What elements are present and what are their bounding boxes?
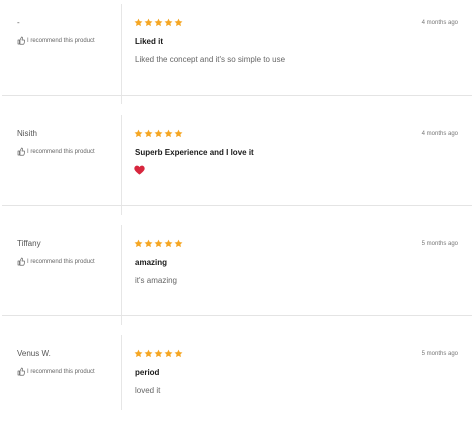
recommend-text: I recommend this product [27,258,95,265]
review-date: 4 months ago [421,131,458,137]
star-icon [154,239,163,248]
row-divider [2,95,472,96]
review-title: Liked it [135,37,164,46]
review-card: - I recommend this product 4 months ago … [0,4,474,114]
recommend-badge: I recommend this product [17,147,95,156]
star-icon [164,18,173,27]
recommend-text: I recommend this product [27,148,95,155]
row-divider [2,315,472,316]
star-icon [174,349,183,358]
review-date: 5 months ago [421,351,458,357]
star-icon [144,239,153,248]
star-icon [174,239,183,248]
review-card: Tiffany I recommend this product 5 month… [0,225,474,335]
column-divider [121,115,122,215]
star-icon [174,129,183,138]
star-icon [164,239,173,248]
review-title: period [135,368,160,377]
star-icon [174,18,183,27]
thumbs-up-icon [17,36,25,45]
star-icon [164,349,173,358]
reviewer-name: - [17,18,20,27]
star-icon [144,349,153,358]
star-icon [134,349,143,358]
recommend-badge: I recommend this product [17,367,95,376]
star-icon [154,18,163,27]
column-divider [121,225,122,325]
review-body: it's amazing [135,276,177,285]
review-card: Venus W. I recommend this product 5 mont… [0,335,474,445]
star-rating [134,239,183,248]
star-rating [134,18,183,27]
recommend-badge: I recommend this product [17,36,95,45]
recommend-text: I recommend this product [27,368,95,375]
star-icon [144,129,153,138]
column-divider [121,4,122,104]
reviewer-name: Tiffany [17,239,41,248]
review-date: 4 months ago [421,20,458,26]
thumbs-up-icon [17,367,25,376]
thumbs-up-icon [17,257,25,266]
column-divider [121,335,122,410]
star-icon [134,239,143,248]
row-divider [2,205,472,206]
review-body: loved it [135,386,161,395]
review-card: Nisith I recommend this product 4 months… [0,115,474,225]
reviewer-name: Nisith [17,129,38,138]
review-title: Superb Experience and I love it [135,148,254,157]
star-icon [164,129,173,138]
recommend-text: I recommend this product [27,37,95,44]
review-date: 5 months ago [421,241,458,247]
thumbs-up-icon [17,147,25,156]
review-body: Liked the concept and it's so simple to … [135,55,286,64]
star-icon [154,129,163,138]
star-rating [134,129,183,138]
review-title: amazing [135,258,168,267]
star-icon [144,18,153,27]
star-rating [134,349,183,358]
heart-icon [134,165,145,175]
recommend-badge: I recommend this product [17,257,95,266]
star-icon [134,129,143,138]
star-icon [134,18,143,27]
reviewer-name: Venus W. [17,349,51,358]
star-icon [154,349,163,358]
